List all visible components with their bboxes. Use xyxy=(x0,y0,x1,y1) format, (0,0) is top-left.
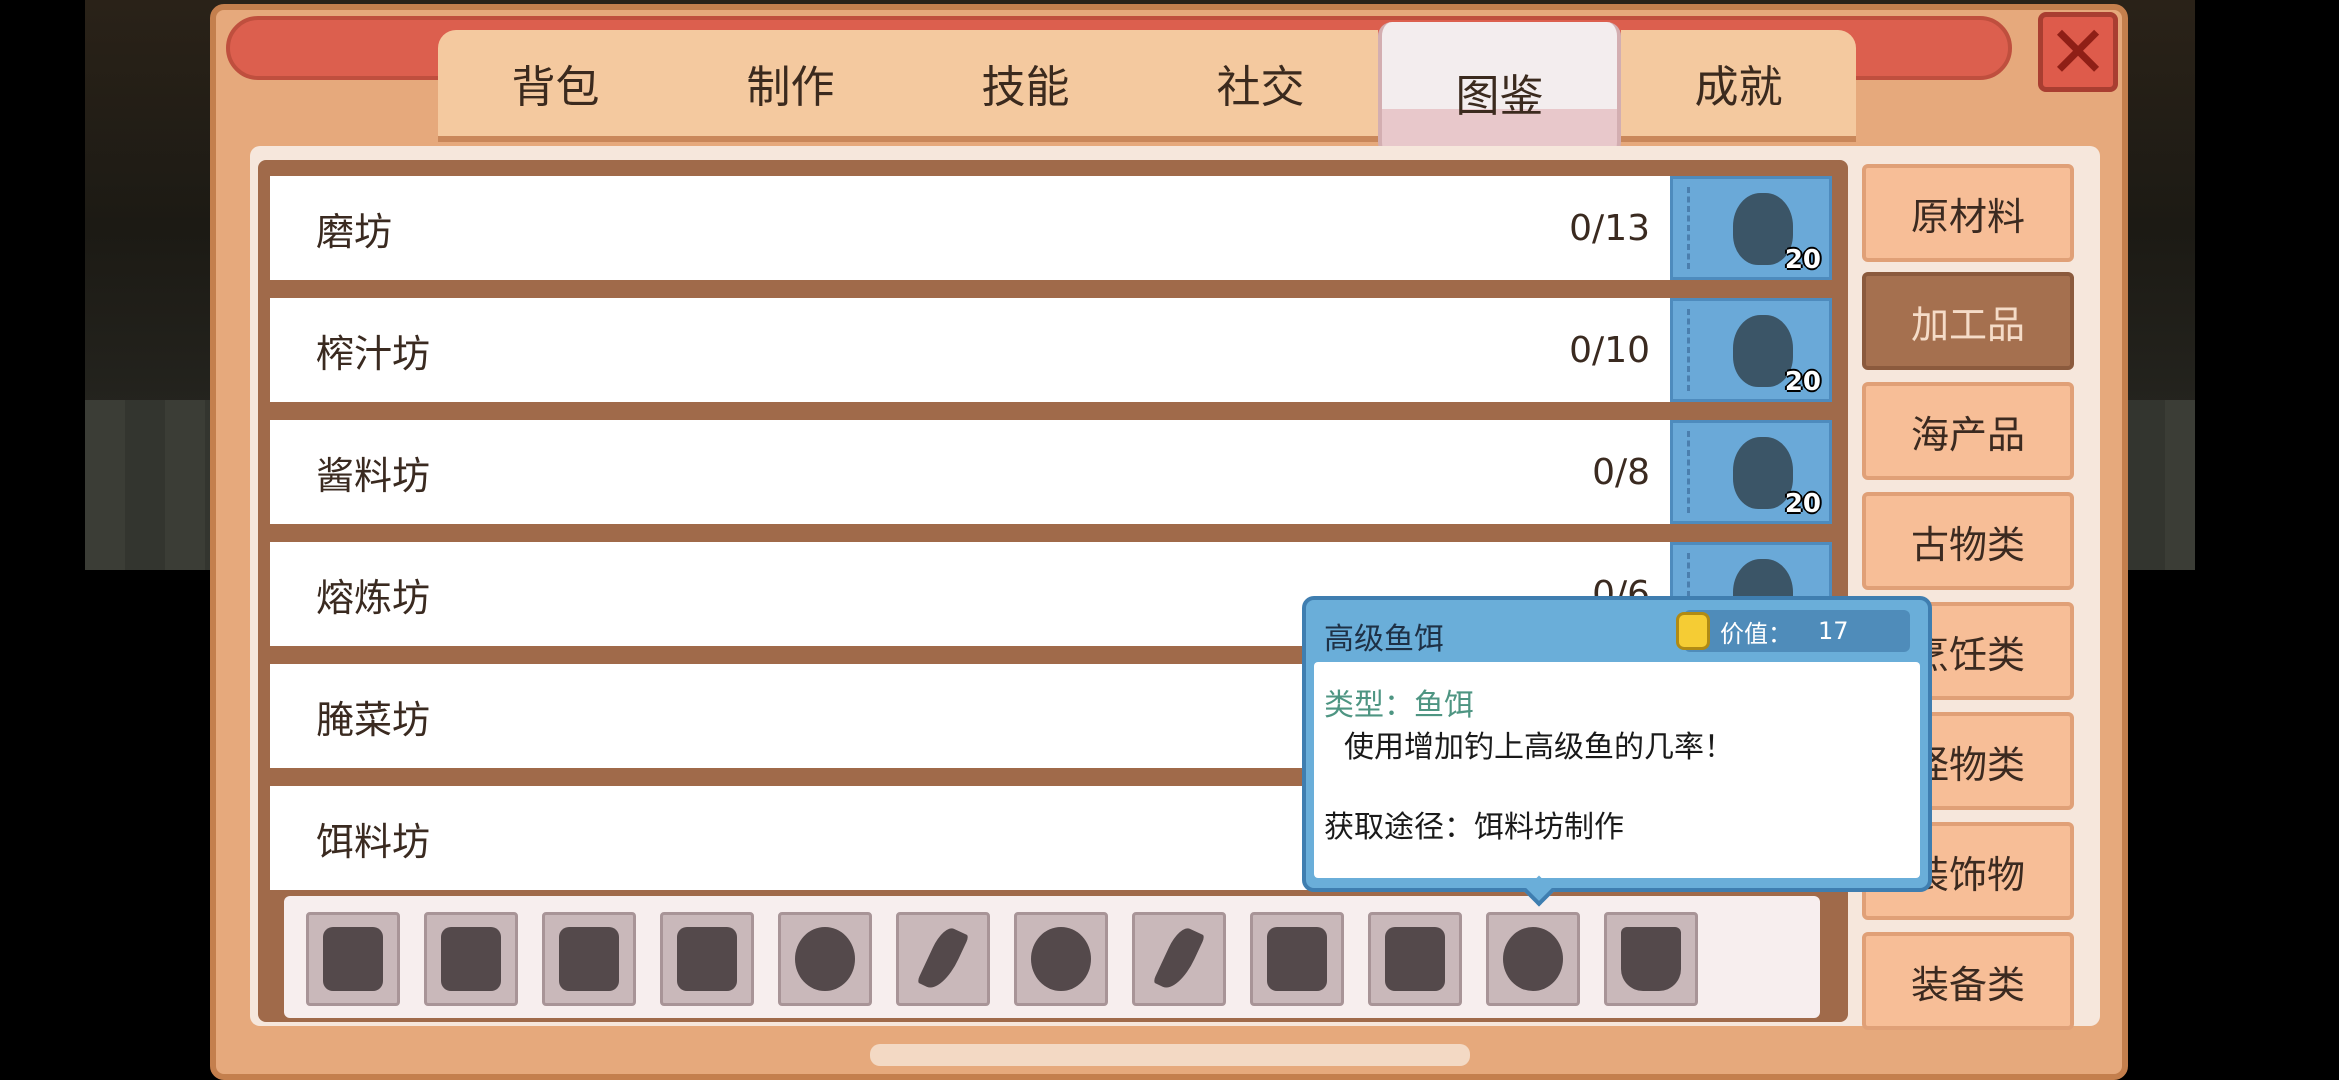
scroll-indicator[interactable] xyxy=(870,1044,1470,1066)
item-slot[interactable] xyxy=(1250,912,1344,1006)
row-name: 饵料坊 xyxy=(316,819,431,864)
item-slot[interactable] xyxy=(896,912,990,1006)
item-slot[interactable] xyxy=(660,912,754,1006)
leaf-silhouette-icon xyxy=(1503,927,1563,991)
tab-social[interactable]: 社交 xyxy=(1143,30,1378,142)
tomato-silhouette-icon xyxy=(1031,927,1091,991)
block-silhouette-icon xyxy=(559,927,619,991)
tooltip-type: 类型：鱼饵 xyxy=(1324,688,1474,723)
tab-skills[interactable]: 技能 xyxy=(908,30,1143,142)
category-antiques[interactable]: 古物类 xyxy=(1862,492,2074,590)
item-slot[interactable] xyxy=(306,912,400,1006)
crown-silhouette-icon xyxy=(1621,927,1681,991)
category-equipment[interactable]: 装备类 xyxy=(1862,932,2074,1030)
row-name: 熔炼坊 xyxy=(316,575,431,620)
category-raw-materials[interactable]: 原材料 xyxy=(1862,164,2074,262)
row-name: 磨坊 xyxy=(316,209,393,254)
row-count: 0/8 xyxy=(1592,451,1650,493)
tab-crafting[interactable]: 制作 xyxy=(673,30,908,142)
block-silhouette-icon xyxy=(1267,927,1327,991)
reward-qty: 20 xyxy=(1784,367,1821,397)
tooltip-body: 类型：鱼饵 使用增加钓上高级鱼的几率！ 获取途径：饵料坊制作 xyxy=(1314,662,1920,878)
item-tooltip: 高级鱼饵 价值： 17 类型：鱼饵 使用增加钓上高级鱼的几率！ 获取途径：饵料坊… xyxy=(1302,596,1932,907)
item-slot[interactable] xyxy=(778,912,872,1006)
tooltip-source: 获取途径：饵料坊制作 xyxy=(1324,810,1624,845)
value-label: 价值： xyxy=(1720,619,1792,648)
item-slot[interactable] xyxy=(1368,912,1462,1006)
row-count: 0/13 xyxy=(1569,207,1650,249)
tab-backpack[interactable]: 背包 xyxy=(438,30,673,142)
bread-silhouette-icon xyxy=(1385,927,1445,991)
item-slot[interactable] xyxy=(1604,912,1698,1006)
item-slot[interactable] xyxy=(542,912,636,1006)
bread-silhouette-icon xyxy=(677,927,737,991)
close-icon: ✕ xyxy=(2047,10,2109,94)
tab-achievements[interactable]: 成就 xyxy=(1621,30,1856,142)
coin-icon xyxy=(1676,612,1710,650)
hook-silhouette-icon xyxy=(916,924,970,994)
item-slot[interactable] xyxy=(1486,912,1580,1006)
reward-slot[interactable]: 20 xyxy=(1670,298,1832,402)
row-name: 腌菜坊 xyxy=(316,697,431,742)
row-name: 酱料坊 xyxy=(316,453,431,498)
tab-collection[interactable]: 图鉴 xyxy=(1378,22,1621,162)
item-slot[interactable] xyxy=(1014,912,1108,1006)
item-slot[interactable] xyxy=(1132,912,1226,1006)
bread-silhouette-icon xyxy=(323,927,383,991)
main-tabs: 背包 制作 技能 社交 图鉴 成就 xyxy=(438,22,1856,162)
value-amount: 17 xyxy=(1818,617,1849,645)
fruit-silhouette-icon xyxy=(795,927,855,991)
list-item[interactable]: 磨坊 0/13 xyxy=(270,176,1670,280)
row-count: 0/10 xyxy=(1569,329,1650,371)
close-button[interactable]: ✕ xyxy=(2038,12,2118,92)
worm-silhouette-icon xyxy=(1152,924,1206,994)
list-item[interactable]: 酱料坊 0/8 xyxy=(270,420,1670,524)
row-name: 榨汁坊 xyxy=(316,331,431,376)
category-processed-goods[interactable]: 加工品 xyxy=(1862,272,2074,370)
list-item[interactable]: 榨汁坊 0/10 xyxy=(270,298,1670,402)
reward-qty: 20 xyxy=(1784,489,1821,519)
bread-silhouette-icon xyxy=(441,927,501,991)
reward-slot[interactable]: 20 xyxy=(1670,176,1832,280)
reward-slot[interactable]: 20 xyxy=(1670,420,1832,524)
tooltip-item-name: 高级鱼饵 xyxy=(1324,622,1444,657)
reward-qty: 20 xyxy=(1784,245,1821,275)
item-slot[interactable] xyxy=(424,912,518,1006)
tooltip-description: 使用增加钓上高级鱼的几率！ xyxy=(1344,730,1734,765)
tooltip-value-badge: 价值： 17 xyxy=(1676,610,1910,652)
category-seafood[interactable]: 海产品 xyxy=(1862,382,2074,480)
